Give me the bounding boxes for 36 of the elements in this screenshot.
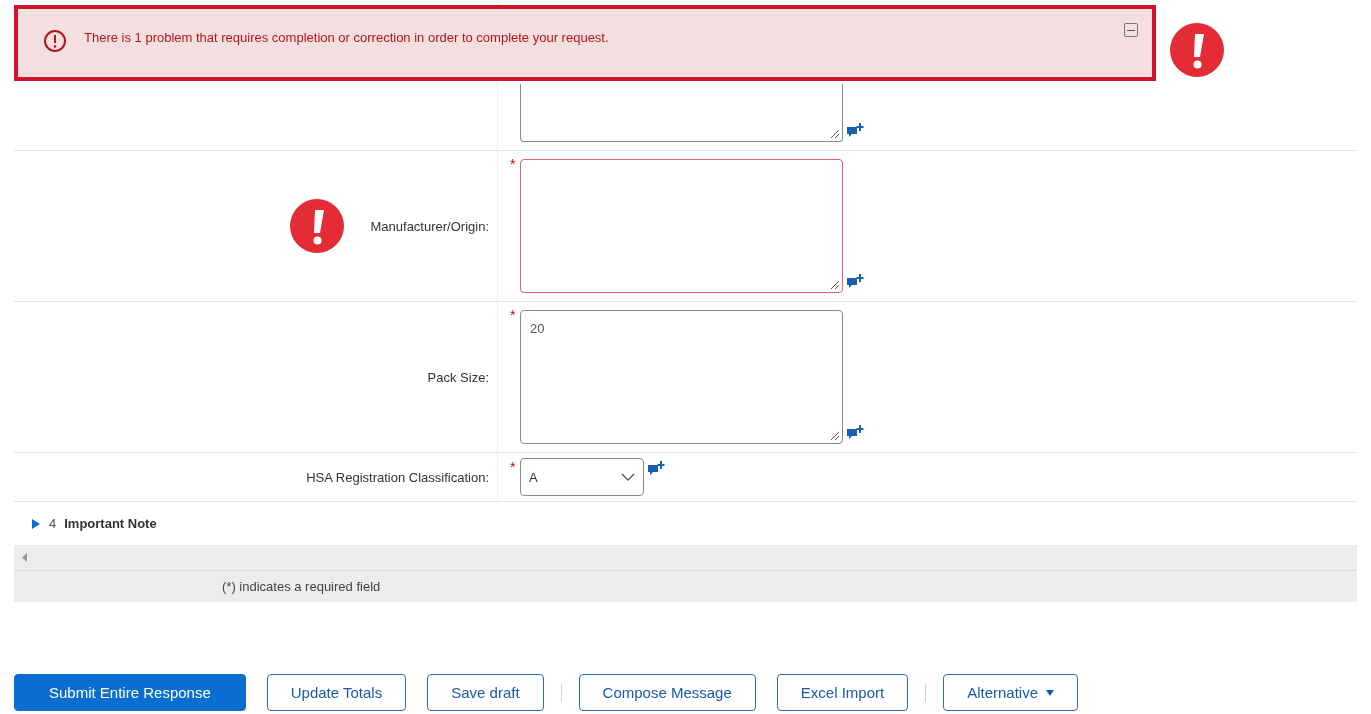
resize-grip-icon[interactable]: [829, 128, 840, 139]
required-mark: *: [510, 459, 516, 475]
text-area[interactable]: [520, 84, 843, 142]
add-comment-icon[interactable]: [847, 274, 864, 289]
button[interactable]: Compose Message: [578, 674, 756, 711]
required-mark: *: [510, 156, 516, 172]
chevron-down-icon: [621, 473, 635, 481]
button[interactable]: Submit Entire Response: [14, 674, 246, 711]
expand-toggle[interactable]: [32, 518, 41, 529]
caret-icon: [32, 518, 41, 529]
field-label: Manufacturer/Origin:: [370, 218, 489, 234]
button[interactable]: Excel Import: [776, 674, 909, 711]
horizontal-scrollbar[interactable]: [14, 545, 1357, 571]
add-comment-icon[interactable]: [847, 425, 864, 440]
add-comment-icon[interactable]: [847, 123, 864, 138]
text-area[interactable]: 20: [520, 310, 843, 444]
menu-button[interactable]: Alternative: [943, 674, 1079, 711]
resize-grip-icon[interactable]: [829, 430, 840, 441]
required-note: (*) indicates a required field: [222, 579, 381, 594]
section-number: 4: [49, 516, 57, 531]
field-label: HSA Registration Classification:: [306, 469, 489, 485]
text-area[interactable]: [520, 159, 843, 293]
collapse-button[interactable]: [1124, 23, 1138, 37]
section-title: Important Note: [64, 516, 157, 531]
add-comment-icon[interactable]: [648, 461, 665, 476]
dropdown[interactable]: A: [520, 458, 644, 496]
caret-icon: [1046, 689, 1055, 696]
field-label: Pack Size:: [427, 369, 489, 385]
button[interactable]: Update Totals: [266, 674, 407, 711]
alert-icon: [1170, 23, 1224, 77]
error-icon: [43, 29, 67, 53]
required-mark: *: [510, 307, 516, 323]
resize-grip-icon[interactable]: [829, 279, 840, 290]
button[interactable]: Save draft: [427, 674, 544, 711]
error-message: There is 1 problem that requires completion or correction in order to complete your request.: [84, 30, 609, 45]
alert-icon: [290, 199, 344, 253]
